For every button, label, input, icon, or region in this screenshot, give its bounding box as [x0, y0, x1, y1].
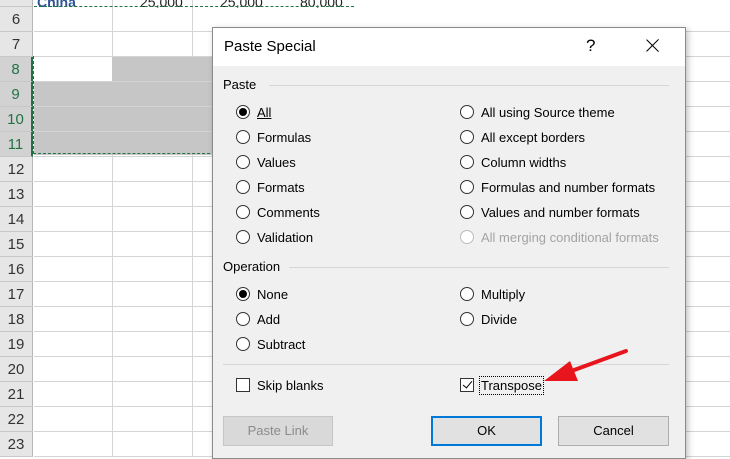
radio-operation-subtract[interactable]: Subtract — [236, 334, 305, 354]
row-header-9[interactable]: 9 — [0, 82, 33, 107]
cancel-button[interactable]: Cancel — [558, 416, 669, 446]
radio-paste-formats[interactable]: Formats — [236, 177, 305, 197]
row-header-10[interactable]: 10 — [0, 107, 33, 132]
radio-paste-all-source-theme[interactable]: All using Source theme — [460, 102, 615, 122]
row-header-partial[interactable] — [0, 0, 33, 7]
help-icon[interactable]: ? — [586, 36, 595, 56]
paste-group-divider — [269, 85, 669, 86]
radio-paste-formulas-number-formats[interactable]: Formulas and number formats — [460, 177, 655, 197]
radio-indicator — [460, 230, 474, 244]
operation-group-divider — [289, 267, 669, 268]
arrow-head — [544, 361, 578, 381]
row-header-11[interactable]: 11 — [0, 132, 33, 157]
row-header-12[interactable]: 12 — [0, 157, 33, 182]
red-arrow-icon — [544, 349, 628, 381]
radio-indicator[interactable] — [460, 287, 474, 301]
paste-link-button: Paste Link — [223, 416, 333, 446]
row-header-21[interactable]: 21 — [0, 382, 33, 407]
row-header-6[interactable]: 6 — [0, 7, 33, 32]
dialog-titlebar[interactable]: Paste Special ? — [213, 28, 685, 66]
radio-indicator[interactable] — [236, 130, 250, 144]
radio-indicator[interactable] — [236, 180, 250, 194]
radio-indicator[interactable] — [236, 230, 250, 244]
ok-button[interactable]: OK — [431, 416, 542, 446]
radio-indicator[interactable] — [236, 105, 250, 119]
radio-indicator[interactable] — [236, 205, 250, 219]
radio-indicator[interactable] — [460, 105, 474, 119]
row-header-15[interactable]: 15 — [0, 232, 33, 257]
row-header-23[interactable]: 23 — [0, 432, 33, 457]
transpose-checkbox[interactable]: Transpose — [460, 375, 544, 395]
checkbox-indicator[interactable] — [236, 378, 250, 392]
row-header-20[interactable]: 20 — [0, 357, 33, 382]
radio-operation-divide[interactable]: Divide — [460, 309, 517, 329]
radio-indicator[interactable] — [460, 312, 474, 326]
radio-paste-comments[interactable]: Comments — [236, 202, 320, 222]
radio-indicator[interactable] — [236, 287, 250, 301]
close-icon[interactable] — [639, 32, 667, 60]
row-header-18[interactable]: 18 — [0, 307, 33, 332]
radio-operation-multiply[interactable]: Multiply — [460, 284, 525, 304]
radio-indicator[interactable] — [460, 130, 474, 144]
arrow-shaft — [564, 349, 628, 375]
row-header-16[interactable]: 16 — [0, 257, 33, 282]
radio-paste-all-merging-conditional-formats: All merging conditional formats — [460, 227, 659, 247]
radio-indicator[interactable] — [236, 155, 250, 169]
radio-indicator[interactable] — [460, 205, 474, 219]
paste-group-label: Paste — [223, 77, 257, 92]
radio-operation-none[interactable]: None — [236, 284, 288, 304]
radio-paste-all[interactable]: All — [236, 102, 271, 122]
copy-marquee — [34, 6, 354, 7]
row-header-17[interactable]: 17 — [0, 282, 33, 307]
selection-border — [33, 56, 215, 154]
radio-indicator[interactable] — [236, 312, 250, 326]
radio-paste-column-widths[interactable]: Column widths — [460, 152, 566, 172]
operation-group-label: Operation — [223, 259, 281, 274]
radio-operation-add[interactable]: Add — [236, 309, 280, 329]
radio-paste-validation[interactable]: Validation — [236, 227, 313, 247]
row-header-14[interactable]: 14 — [0, 207, 33, 232]
radio-indicator[interactable] — [460, 155, 474, 169]
row-header-13[interactable]: 13 — [0, 182, 33, 207]
row-header-8[interactable]: 8 — [0, 57, 33, 82]
checkbox-indicator[interactable] — [460, 378, 474, 392]
radio-indicator[interactable] — [236, 337, 250, 351]
row-header-7[interactable]: 7 — [0, 32, 33, 57]
radio-indicator[interactable] — [460, 180, 474, 194]
row-header-19[interactable]: 19 — [0, 332, 33, 357]
radio-paste-values-number-formats[interactable]: Values and number formats — [460, 202, 640, 222]
radio-paste-formulas[interactable]: Formulas — [236, 127, 311, 147]
dialog-title: Paste Special — [224, 38, 316, 55]
skip-blanks-checkbox[interactable]: Skip blanks — [236, 375, 323, 395]
radio-paste-values[interactable]: Values — [236, 152, 296, 172]
radio-paste-all-except-borders[interactable]: All except borders — [460, 127, 585, 147]
row-header-22[interactable]: 22 — [0, 407, 33, 432]
